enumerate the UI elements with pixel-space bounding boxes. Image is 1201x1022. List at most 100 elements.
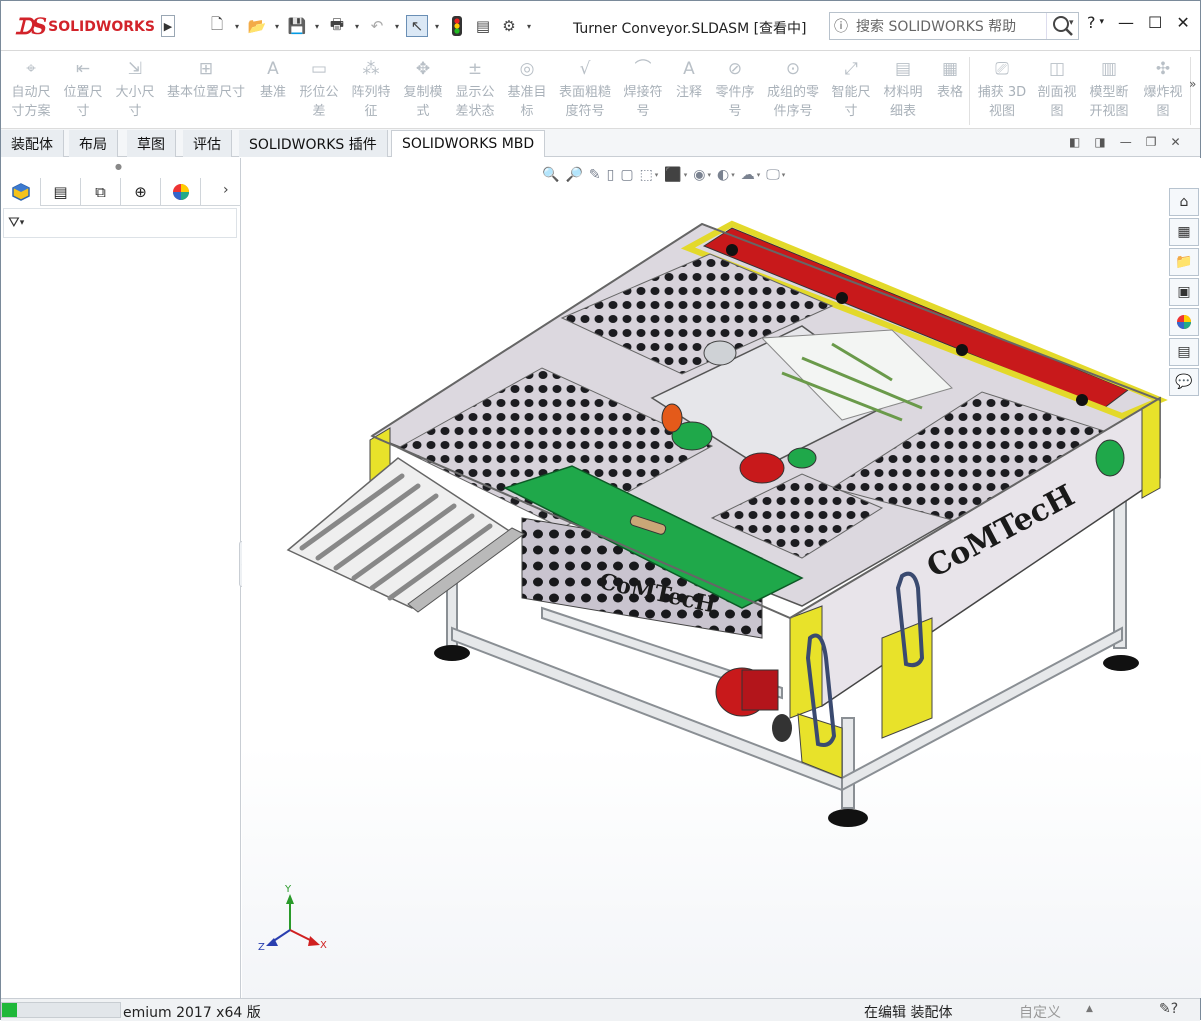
balloon-button[interactable]: ⊘ 零件序 号 bbox=[709, 55, 761, 121]
toolbar-separator bbox=[969, 57, 970, 125]
next-doc-icon[interactable]: ◨ bbox=[1094, 135, 1105, 149]
custom-properties-icon[interactable]: ▤ bbox=[1169, 338, 1199, 366]
size-dimension-button[interactable]: ⇲ 大小尺 寸 bbox=[109, 55, 161, 121]
copy-scheme-button[interactable]: ✥ 复制模 式 bbox=[397, 55, 449, 121]
filter-button[interactable]: ⛛ ▾ bbox=[3, 208, 237, 238]
more-tabs-icon[interactable]: › bbox=[223, 182, 229, 198]
show-tolerance-status-icon: ± bbox=[467, 58, 483, 79]
command-label: 注释 bbox=[675, 85, 702, 100]
print-caret-icon[interactable]: ▾ bbox=[352, 22, 362, 31]
help-caret-icon[interactable]: ▾ bbox=[1100, 17, 1105, 32]
design-library-icon[interactable]: ▦ bbox=[1169, 218, 1199, 246]
edit-mode-status: 在编辑 装配体 bbox=[864, 1005, 953, 1021]
doc-restore-icon[interactable]: ❐ bbox=[1146, 135, 1157, 149]
undo-icon[interactable]: ↶ bbox=[366, 15, 388, 37]
units-status[interactable]: 自定义 bbox=[1019, 1002, 1061, 1022]
close-icon[interactable]: ✕ bbox=[1176, 13, 1189, 32]
rebuild-status-icon[interactable]: ✎? bbox=[1159, 1001, 1178, 1017]
open-caret-icon[interactable]: ▾ bbox=[272, 22, 282, 31]
smart-dimension-button[interactable]: ⤢ 智能尺 寸 bbox=[825, 55, 877, 121]
new-icon[interactable]: 🗋 bbox=[206, 15, 228, 37]
open-icon[interactable]: 📂 bbox=[246, 15, 268, 37]
section-view-button[interactable]: ◫ 剖面视 图 bbox=[1031, 55, 1083, 121]
minimize-icon[interactable]: — bbox=[1118, 13, 1134, 32]
graphics-viewport[interactable]: 🔍 🔎 ✎ ▯ ▢ ⬚ ▾ ⬛ ▾ ◉ ▾ ◐ ▾ ☁ ▾ 🖵 ▾ CoMTec… bbox=[242, 158, 1201, 998]
exploded-view-button[interactable]: ✣ 爆炸视 图 bbox=[1137, 55, 1189, 121]
maximize-icon[interactable]: ☐ bbox=[1148, 13, 1162, 32]
search-caret-icon[interactable]: ▾ bbox=[1069, 18, 1074, 28]
rebuild-icon[interactable] bbox=[446, 15, 468, 37]
tab-4[interactable]: SOLIDWORKS 插件 bbox=[239, 130, 388, 157]
geometric-tolerance-button[interactable]: ▭ 形位公 差 bbox=[293, 55, 345, 121]
solidworks-logo[interactable]: ᗪS SOLIDWORKS bbox=[15, 12, 155, 42]
pane-grip-icon[interactable]: ● bbox=[115, 162, 122, 171]
print-icon[interactable]: 🖶 bbox=[326, 15, 348, 37]
save-icon[interactable]: 💾 bbox=[286, 15, 308, 37]
geometric-tolerance-icon: ▭ bbox=[310, 58, 328, 79]
show-tolerance-status-button[interactable]: ± 显示公 差状态 bbox=[449, 55, 501, 121]
manager-pane: ● ▤ ⧉ ⊕ › ⛛ ▾ bbox=[1, 158, 241, 998]
traffic-light-icon bbox=[452, 16, 462, 36]
tab-2[interactable]: 草图 bbox=[127, 130, 176, 157]
forum-icon[interactable]: 💬 bbox=[1169, 368, 1199, 396]
file-properties-icon[interactable]: ▤ bbox=[472, 15, 494, 37]
save-caret-icon[interactable]: ▾ bbox=[312, 22, 322, 31]
select-caret-icon[interactable]: ▾ bbox=[432, 22, 442, 31]
file-explorer-icon[interactable]: 📁 bbox=[1169, 248, 1199, 276]
appearances-icon[interactable] bbox=[1169, 308, 1199, 336]
dimxpert-icon[interactable]: ⊕ bbox=[121, 178, 161, 206]
tab-1[interactable]: 布局 bbox=[69, 130, 118, 157]
new-caret-icon[interactable]: ▾ bbox=[232, 22, 242, 31]
stacked-balloon-button[interactable]: ⊙ 成组的零 件序号 bbox=[761, 55, 825, 121]
doc-close-icon[interactable]: ✕ bbox=[1170, 135, 1180, 149]
command-label: 剖面视 图 bbox=[1037, 85, 1077, 119]
view-palette-icon[interactable]: ▣ bbox=[1169, 278, 1199, 306]
datum-button[interactable]: A 基准 bbox=[253, 55, 293, 102]
model-break-view-icon: ▥ bbox=[1100, 58, 1118, 79]
propertymanager-icon[interactable]: ▤ bbox=[41, 178, 81, 206]
model-break-view-button[interactable]: ▥ 模型断 开视图 bbox=[1083, 55, 1135, 121]
capture-3d-view-button[interactable]: ⎚ 捕获 3D 视图 bbox=[973, 55, 1031, 121]
displaymanager-icon[interactable] bbox=[161, 178, 201, 206]
doc-minimize-icon[interactable]: — bbox=[1120, 135, 1132, 149]
tab-0[interactable]: 装配体 bbox=[1, 130, 64, 157]
command-label: 自动尺 寸方案 bbox=[11, 85, 51, 119]
menu-expand-button[interactable]: ▶ bbox=[161, 15, 175, 37]
conveyor-model[interactable]: CoMTecH CoMTecH Y X Z bbox=[242, 158, 1201, 998]
tab-3[interactable]: 评估 bbox=[183, 130, 232, 157]
command-label: 基准 bbox=[259, 85, 286, 100]
datum-target-icon: ◎ bbox=[519, 58, 535, 79]
command-label: 材料明 细表 bbox=[883, 85, 923, 119]
note-button[interactable]: A 注释 bbox=[669, 55, 709, 102]
help-button[interactable]: ? bbox=[1087, 13, 1096, 32]
pattern-feature-button[interactable]: ⁂ 阵列特 征 bbox=[345, 55, 397, 121]
weld-symbol-button[interactable]: ⌒ 焊接符 号 bbox=[617, 55, 669, 121]
command-label: 基准目 标 bbox=[507, 85, 547, 119]
view-triad: Y X Z bbox=[258, 884, 327, 953]
featuremanager-icon[interactable] bbox=[1, 178, 41, 206]
prev-doc-icon[interactable]: ◧ bbox=[1069, 135, 1080, 149]
options-icon[interactable]: ⚙ bbox=[498, 15, 520, 37]
more-commands-icon[interactable]: » bbox=[1189, 77, 1196, 91]
search-input[interactable]: 搜索 SOLIDWORKS 帮助 bbox=[852, 16, 1046, 36]
location-dimension-button[interactable]: ⇤ 位置尺 寸 bbox=[57, 55, 109, 121]
progress-bar bbox=[1, 1002, 121, 1018]
copy-scheme-icon: ✥ bbox=[415, 58, 431, 79]
task-pane: ⌂ ▦ 📁 ▣ ▤ 💬 bbox=[1169, 188, 1199, 398]
size-dimension-icon: ⇲ bbox=[127, 58, 143, 79]
options-caret-icon[interactable]: ▾ bbox=[524, 22, 534, 31]
datum-target-button[interactable]: ◎ 基准目 标 bbox=[501, 55, 553, 121]
command-label: 表格 bbox=[936, 85, 963, 100]
help-search-box[interactable]: ⓘ 搜索 SOLIDWORKS 帮助 bbox=[829, 12, 1079, 40]
configurationmanager-icon[interactable]: ⧉ bbox=[81, 178, 121, 206]
table-button[interactable]: ▦ 表格 bbox=[931, 55, 969, 102]
undo-caret-icon[interactable]: ▾ bbox=[392, 22, 402, 31]
bom-button[interactable]: ▤ 材料明 细表 bbox=[877, 55, 929, 121]
solidworks-resources-icon[interactable]: ⌂ bbox=[1169, 188, 1199, 216]
tab-5[interactable]: SOLIDWORKS MBD bbox=[391, 130, 546, 157]
auto-dimension-button[interactable]: ⌖ 自动尺 寸方案 bbox=[5, 55, 57, 121]
surface-finish-button[interactable]: √ 表面粗糙 度符号 bbox=[553, 55, 617, 121]
units-caret-icon[interactable]: ▲ bbox=[1086, 1004, 1093, 1014]
basic-location-dimension-button[interactable]: ⊞ 基本位置尺寸 bbox=[161, 55, 251, 102]
select-icon[interactable]: ↖ bbox=[406, 15, 428, 37]
